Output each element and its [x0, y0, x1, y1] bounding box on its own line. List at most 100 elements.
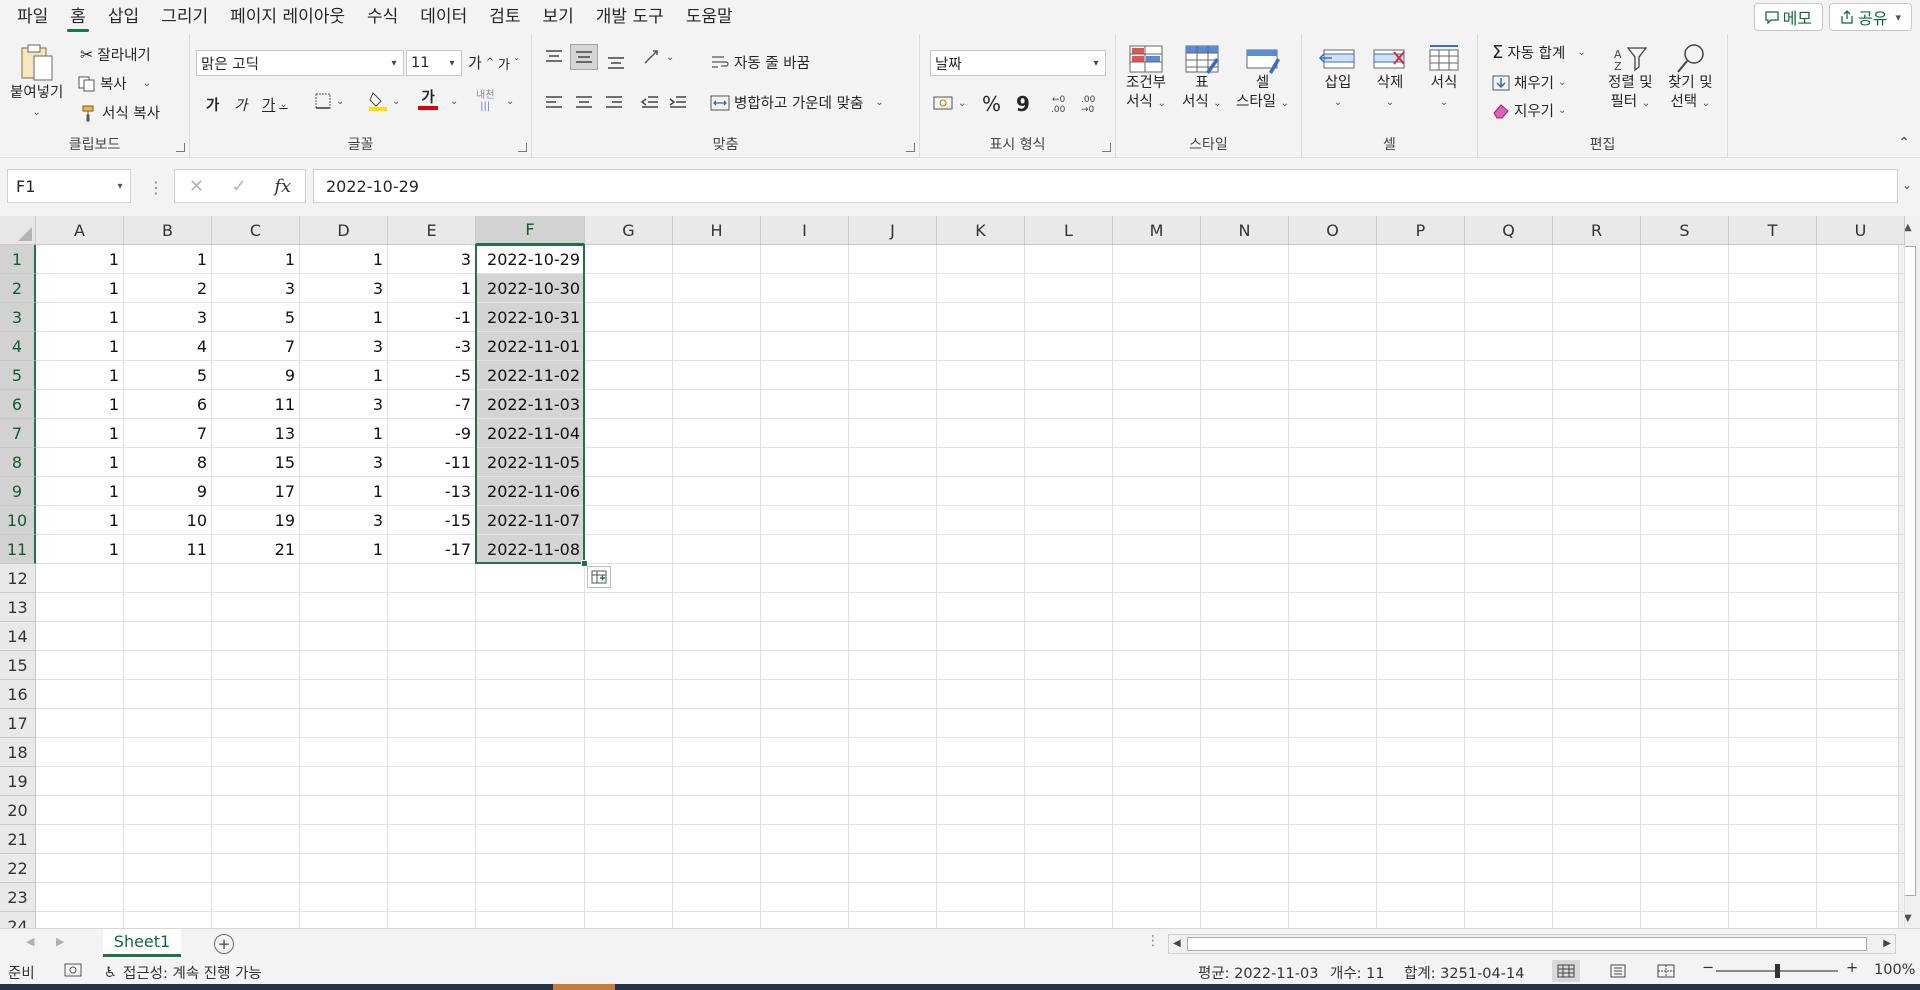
cell-I22[interactable]: [761, 854, 849, 883]
cell-H12[interactable]: [673, 564, 761, 593]
cell-B17[interactable]: [124, 709, 212, 738]
cell-P3[interactable]: [1377, 303, 1465, 332]
cell-U23[interactable]: [1817, 883, 1905, 912]
cell-M8[interactable]: [1113, 448, 1201, 477]
cell-O3[interactable]: [1289, 303, 1377, 332]
cell-A11[interactable]: 1: [36, 535, 124, 564]
find-select-button[interactable]: 찾기 및 선택 ⌄: [1668, 42, 1713, 113]
cell-A23[interactable]: [36, 883, 124, 912]
next-sheet-icon[interactable]: ▶: [56, 935, 64, 948]
scroll-left-icon[interactable]: ◀: [1173, 938, 1181, 949]
cell-S22[interactable]: [1641, 854, 1729, 883]
cell-A2[interactable]: 1: [36, 274, 124, 303]
zoom-in-icon[interactable]: +: [1846, 960, 1858, 976]
cell-S9[interactable]: [1641, 477, 1729, 506]
format-cells-button[interactable]: 서식 ⌄: [1424, 44, 1464, 112]
conditional-format-button[interactable]: 조건부 서식 ⌄: [1126, 44, 1166, 113]
cell-U6[interactable]: [1817, 390, 1905, 419]
cell-B19[interactable]: [124, 767, 212, 796]
cell-G11[interactable]: [585, 535, 673, 564]
cell-I18[interactable]: [761, 738, 849, 767]
chevron-down-icon[interactable]: ⌄: [1558, 77, 1566, 88]
cell-O11[interactable]: [1289, 535, 1377, 564]
cell-Q24[interactable]: [1465, 912, 1553, 928]
cell-T16[interactable]: [1729, 680, 1817, 709]
cell-T1[interactable]: [1729, 245, 1817, 274]
cell-T13[interactable]: [1729, 593, 1817, 622]
cell-Q9[interactable]: [1465, 477, 1553, 506]
row-header[interactable]: 8: [0, 448, 36, 477]
cell-Q19[interactable]: [1465, 767, 1553, 796]
cell-Q7[interactable]: [1465, 419, 1553, 448]
column-header[interactable]: G: [585, 216, 673, 245]
cell-R21[interactable]: [1553, 825, 1641, 854]
cell-L6[interactable]: [1025, 390, 1113, 419]
cell-P4[interactable]: [1377, 332, 1465, 361]
cell-Q8[interactable]: [1465, 448, 1553, 477]
cell-U8[interactable]: [1817, 448, 1905, 477]
cell-J17[interactable]: [849, 709, 937, 738]
tab-developer[interactable]: 개발 도구: [585, 0, 675, 34]
cell-K23[interactable]: [937, 883, 1025, 912]
cell-L8[interactable]: [1025, 448, 1113, 477]
scroll-up-icon[interactable]: ▲: [1904, 222, 1912, 233]
cell-H3[interactable]: [673, 303, 761, 332]
cell-H22[interactable]: [673, 854, 761, 883]
cell-style-button[interactable]: 셀 스타일 ⌄: [1236, 44, 1289, 113]
cell-K17[interactable]: [937, 709, 1025, 738]
cell-Q2[interactable]: [1465, 274, 1553, 303]
cell-I14[interactable]: [761, 622, 849, 651]
cell-A4[interactable]: 1: [36, 332, 124, 361]
cell-J13[interactable]: [849, 593, 937, 622]
sheet-tab[interactable]: Sheet1: [103, 929, 181, 957]
cell-M18[interactable]: [1113, 738, 1201, 767]
cell-J3[interactable]: [849, 303, 937, 332]
chevron-down-icon[interactable]: ⌄: [279, 99, 287, 110]
cell-C8[interactable]: 15: [212, 448, 300, 477]
border-button[interactable]: ⌄: [314, 92, 344, 110]
row-header[interactable]: 14: [0, 622, 36, 651]
cell-P23[interactable]: [1377, 883, 1465, 912]
cell-N6[interactable]: [1201, 390, 1289, 419]
column-header[interactable]: Q: [1465, 216, 1553, 245]
column-header[interactable]: I: [761, 216, 849, 245]
cell-M5[interactable]: [1113, 361, 1201, 390]
cell-C10[interactable]: 19: [212, 506, 300, 535]
cell-H24[interactable]: [673, 912, 761, 928]
align-left-icon[interactable]: [544, 94, 564, 112]
cell-G8[interactable]: [585, 448, 673, 477]
cell-L20[interactable]: [1025, 796, 1113, 825]
cell-I11[interactable]: [761, 535, 849, 564]
cell-F7[interactable]: 2022-11-04: [476, 419, 585, 448]
cell-R6[interactable]: [1553, 390, 1641, 419]
cell-D14[interactable]: [300, 622, 388, 651]
cell-K24[interactable]: [937, 912, 1025, 928]
cell-O4[interactable]: [1289, 332, 1377, 361]
cell-T3[interactable]: [1729, 303, 1817, 332]
vertical-scroll-thumb[interactable]: [1904, 246, 1916, 896]
add-sheet-icon[interactable]: +: [214, 934, 234, 954]
chevron-down-icon[interactable]: ⌄: [450, 96, 458, 107]
cell-F20[interactable]: [476, 796, 585, 825]
cell-S3[interactable]: [1641, 303, 1729, 332]
cell-U20[interactable]: [1817, 796, 1905, 825]
cell-H14[interactable]: [673, 622, 761, 651]
horizontal-scroll-thumb[interactable]: [1187, 937, 1867, 951]
cell-P10[interactable]: [1377, 506, 1465, 535]
cell-S8[interactable]: [1641, 448, 1729, 477]
cell-O20[interactable]: [1289, 796, 1377, 825]
row-header[interactable]: 4: [0, 332, 36, 361]
cell-U7[interactable]: [1817, 419, 1905, 448]
cell-H21[interactable]: [673, 825, 761, 854]
cell-E16[interactable]: [388, 680, 476, 709]
cell-C1[interactable]: 1: [212, 245, 300, 274]
tab-formulas[interactable]: 수식: [356, 0, 409, 34]
tab-review[interactable]: 검토: [478, 0, 531, 34]
cell-R12[interactable]: [1553, 564, 1641, 593]
cell-B16[interactable]: [124, 680, 212, 709]
cell-C7[interactable]: 13: [212, 419, 300, 448]
cell-S17[interactable]: [1641, 709, 1729, 738]
tab-page-layout[interactable]: 페이지 레이아웃: [219, 0, 356, 34]
chevron-down-icon[interactable]: ⌄: [32, 103, 40, 122]
cell-A6[interactable]: 1: [36, 390, 124, 419]
